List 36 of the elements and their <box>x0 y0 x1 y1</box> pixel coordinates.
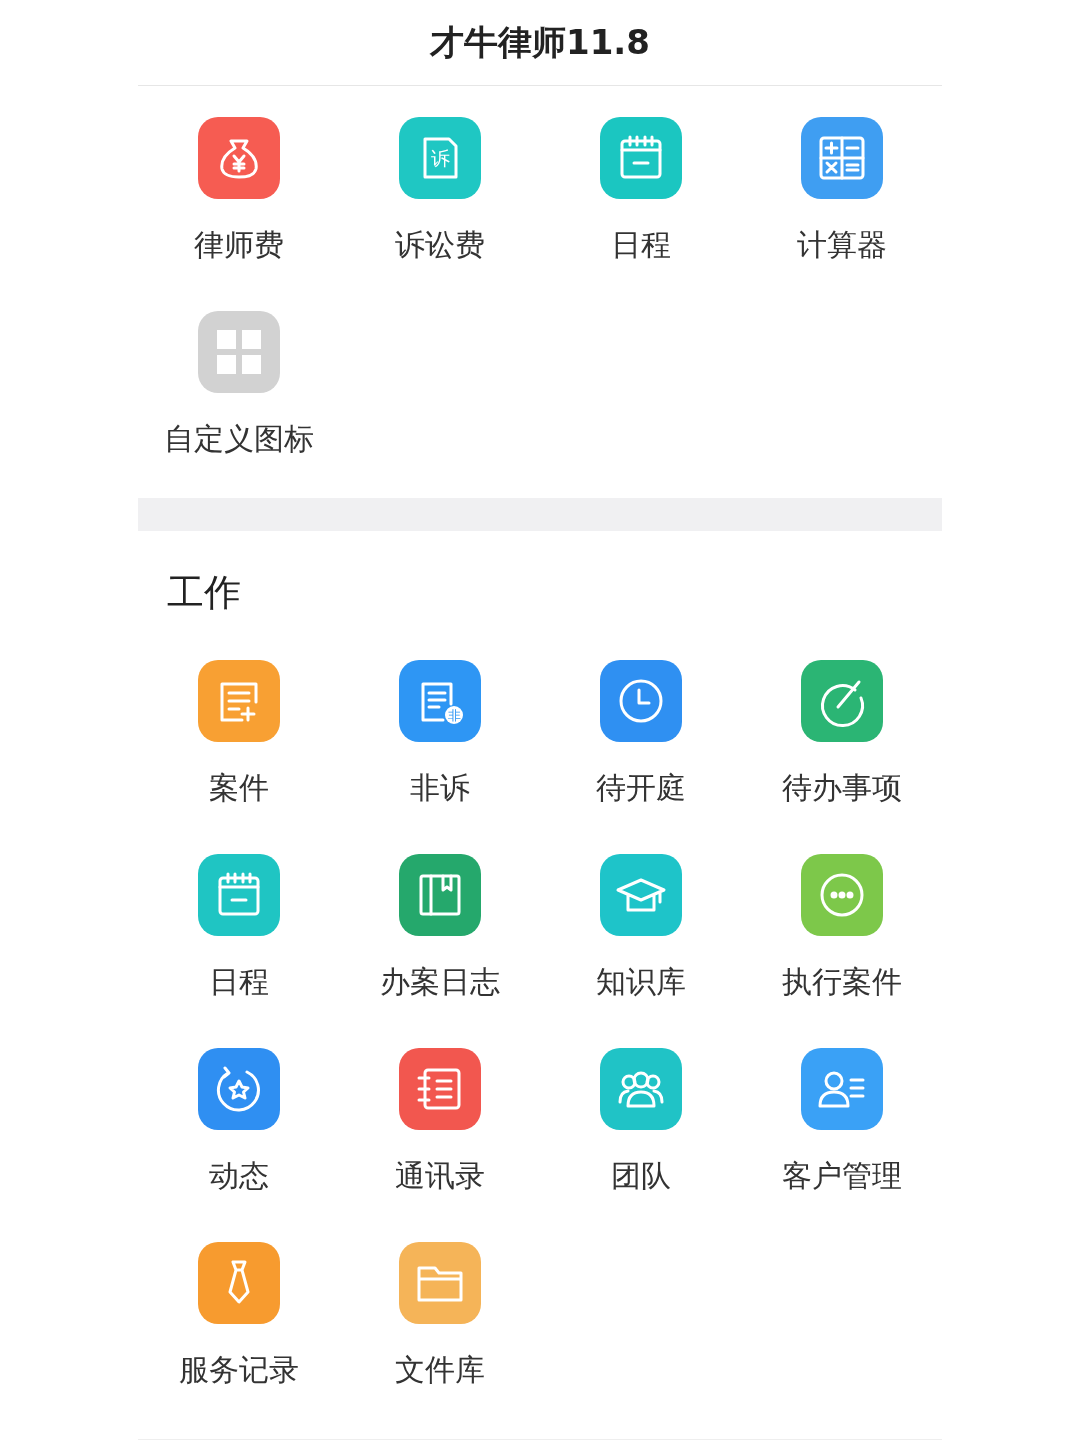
icon-label[interactable]: 非诉 <box>409 770 470 806</box>
icon-label[interactable]: 执行案件 <box>781 964 902 1000</box>
person-icon[interactable] <box>800 1048 883 1130</box>
icon-label[interactable]: 团队 <box>610 1158 671 1194</box>
icon-label[interactable]: 办案日志 <box>379 964 500 1000</box>
people-icon[interactable] <box>599 1048 682 1130</box>
icon-label[interactable]: 案件 <box>208 770 269 806</box>
calendar-icon[interactable] <box>599 117 682 199</box>
graduation-cap-icon[interactable] <box>599 854 682 936</box>
icon-label[interactable]: 日程 <box>208 964 269 1000</box>
icon-label[interactable]: 知识库 <box>595 964 686 1000</box>
book-icon[interactable] <box>398 854 481 936</box>
icon-label[interactable]: 待开庭 <box>595 770 686 806</box>
icon-label[interactable]: 律师费 <box>193 227 284 263</box>
icon-label[interactable]: 计算器 <box>796 227 887 263</box>
calculator-icon[interactable] <box>800 117 883 199</box>
calendar-icon[interactable] <box>197 854 280 936</box>
money-bag-icon[interactable] <box>197 117 280 199</box>
icon-label[interactable]: 通讯录 <box>394 1158 485 1194</box>
grid-icon[interactable] <box>197 311 280 393</box>
icon-label[interactable]: 待办事项 <box>781 770 902 806</box>
icon-label[interactable]: 自定义图标 <box>163 421 314 457</box>
chat-bubble-icon[interactable] <box>800 854 883 936</box>
icon-label[interactable]: 文件库 <box>394 1352 485 1388</box>
notepad-icon[interactable] <box>197 660 280 742</box>
clock-icon[interactable] <box>599 660 682 742</box>
list-icon[interactable] <box>398 1048 481 1130</box>
icon-label[interactable]: 服务记录 <box>178 1352 299 1388</box>
icon-label[interactable]: 动态 <box>208 1158 269 1194</box>
icon-label[interactable]: 诉讼费 <box>394 227 485 263</box>
icon-label[interactable]: 日程 <box>610 227 671 263</box>
folder-icon[interactable] <box>398 1242 481 1324</box>
section-heading: 工作 <box>167 571 242 615</box>
icon-label[interactable]: 客户管理 <box>781 1158 902 1194</box>
page-title: 才牛律师11.8 <box>430 20 650 64</box>
tie-icon[interactable] <box>197 1242 280 1324</box>
